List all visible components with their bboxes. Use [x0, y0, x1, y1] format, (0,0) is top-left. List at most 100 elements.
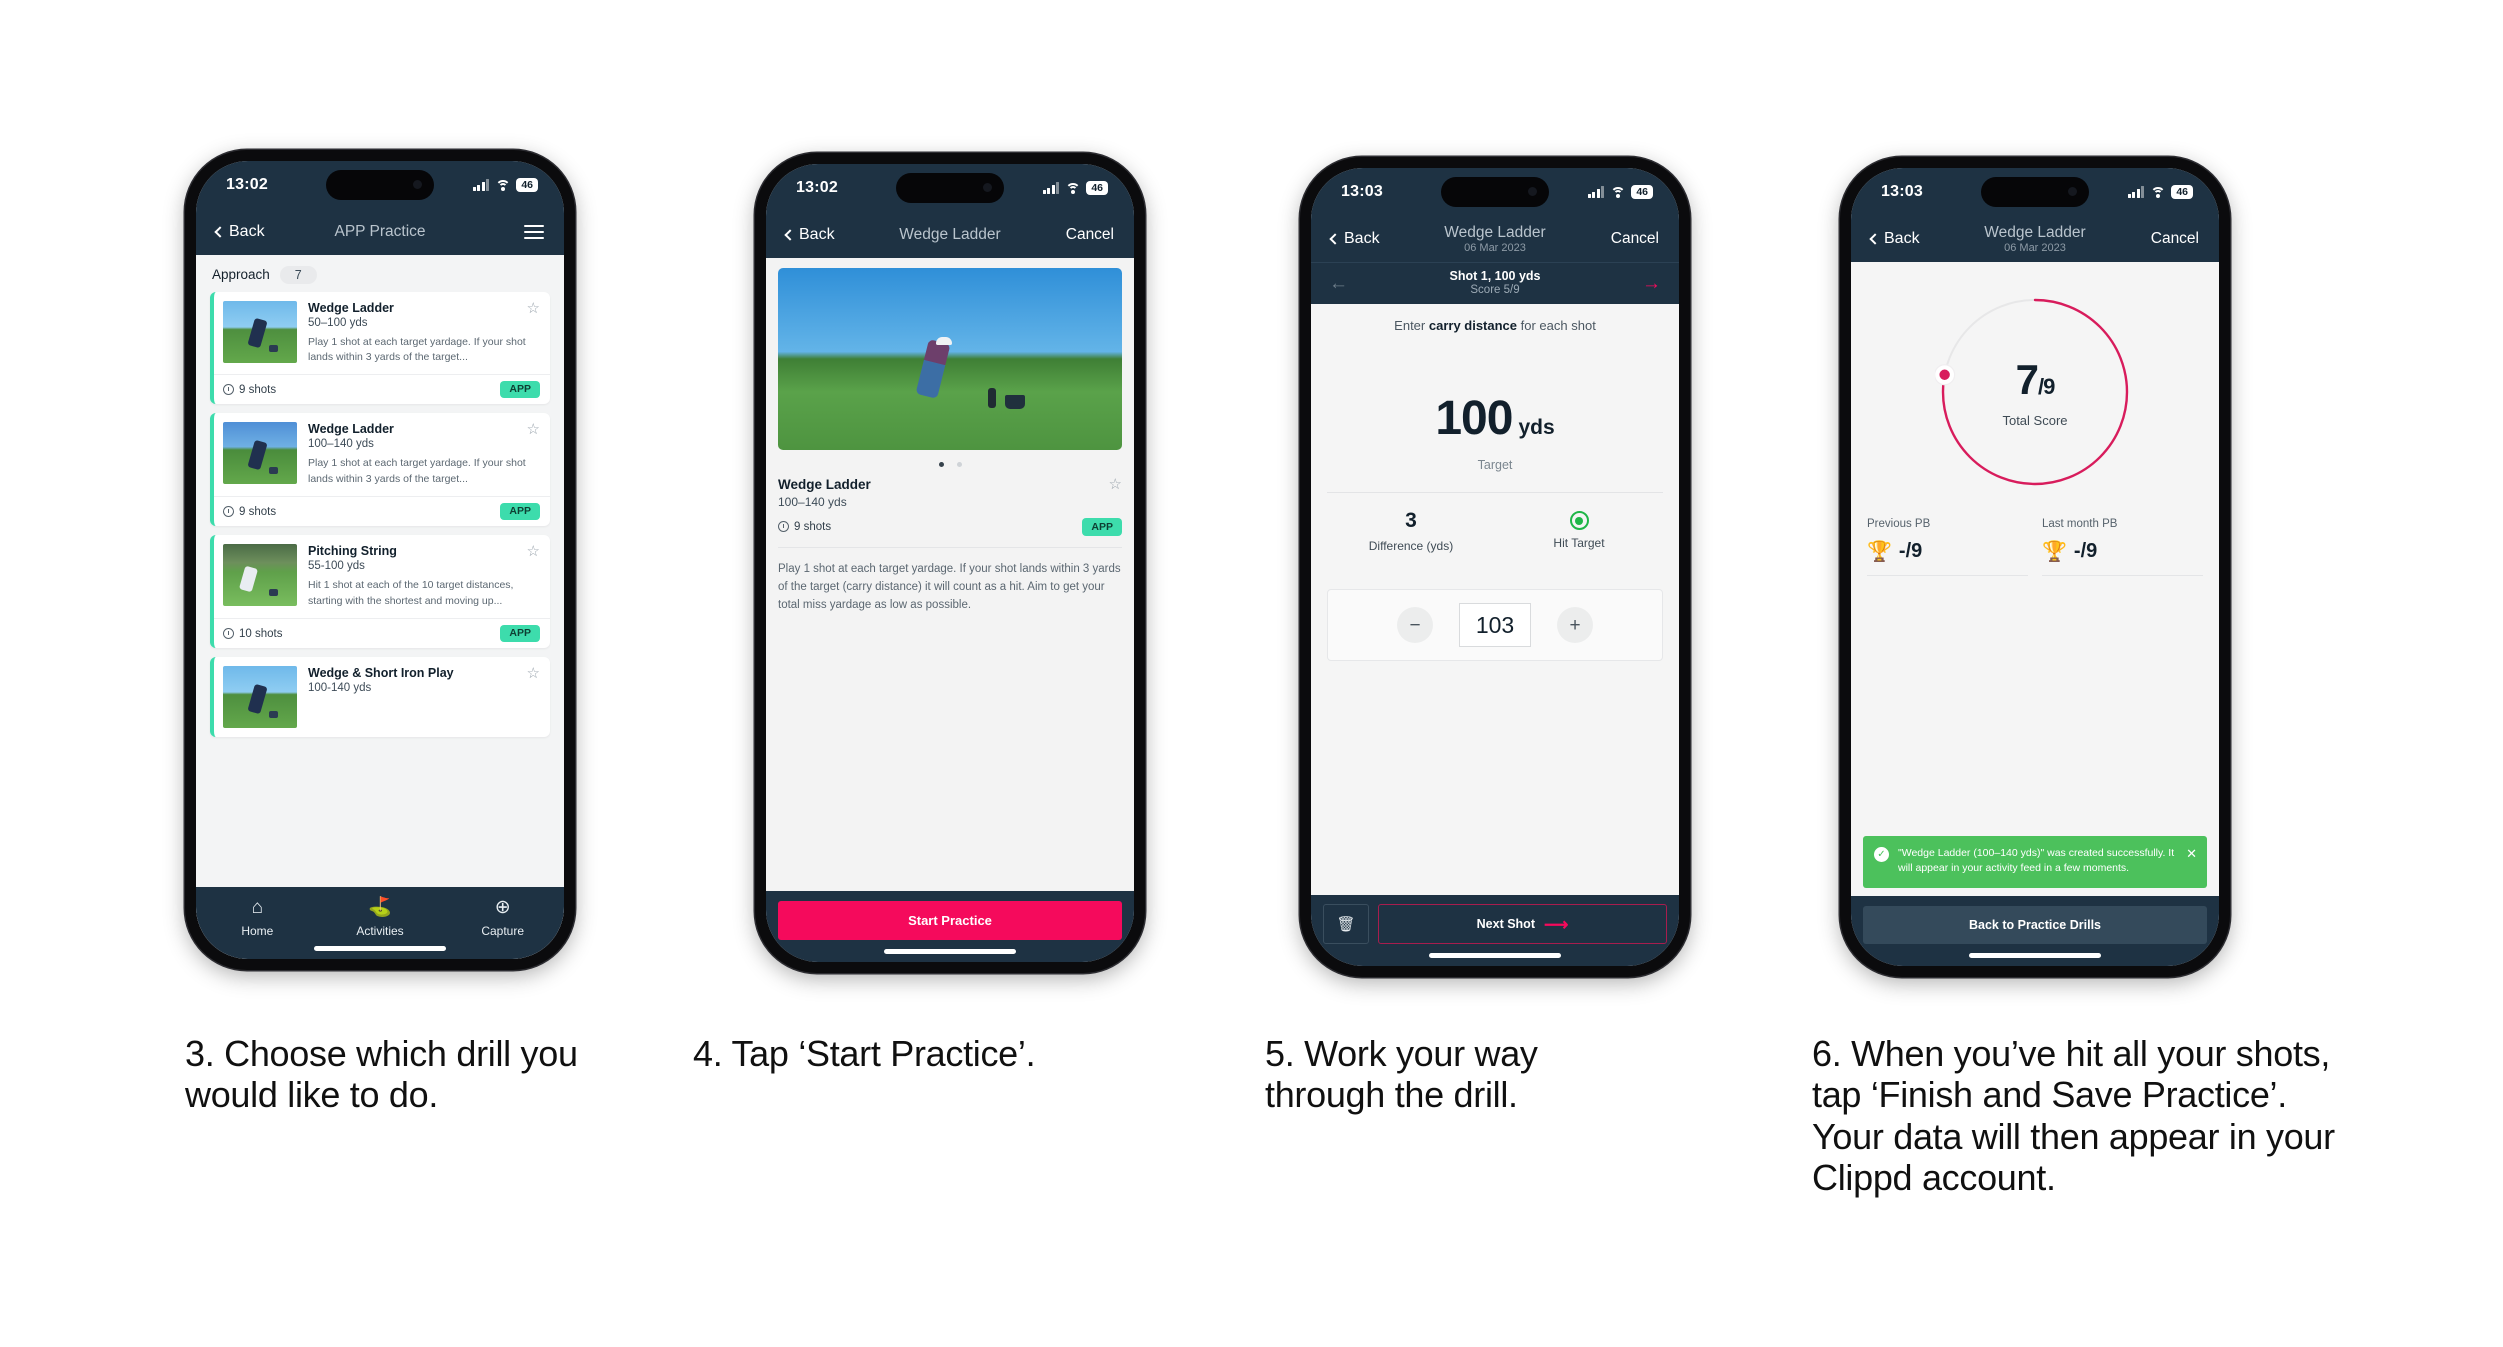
phone1-navbar-wrap: Back APP Practice	[196, 209, 564, 255]
status-time: 13:02	[226, 176, 268, 193]
sidebar-item-home[interactable]: ⌂ Home	[196, 897, 319, 938]
drill-range: 100–140 yds	[308, 438, 374, 451]
divider	[778, 546, 1122, 548]
list-item[interactable]: Wedge Ladder 50–100 yds Play 1 shot at e…	[210, 291, 550, 405]
back-button[interactable]: Back	[1869, 230, 1920, 248]
star-outline-icon[interactable]: ☆	[1109, 477, 1122, 492]
success-toast: ✓ "Wedge Ladder (100–140 yds)" was creat…	[1863, 835, 2207, 888]
drill-description: Play 1 shot at each target yardage. If y…	[308, 457, 526, 485]
drill-title: Wedge Ladder	[308, 300, 394, 315]
back-button[interactable]: Back	[1329, 230, 1380, 248]
drill-card-main: Pitching String 55-100 yds Hit 1 shot at…	[214, 535, 550, 617]
cancel-button[interactable]: Cancel	[1066, 226, 1114, 244]
carousel-dot-active[interactable]	[938, 462, 944, 467]
next-shot-button[interactable]: Next Shot ⟶	[1378, 904, 1667, 944]
status-badge: APP	[500, 380, 540, 399]
drill-info: Wedge Ladder 50–100 yds Play 1 shot at e…	[308, 301, 540, 365]
decrement-button[interactable]: −	[1397, 607, 1433, 643]
carousel-dots[interactable]	[778, 450, 1122, 477]
stat-value: 3	[1405, 509, 1417, 532]
drill-hero-image[interactable]	[778, 268, 1122, 450]
tab-label: Home	[241, 924, 274, 938]
list-item[interactable]: Pitching String 55-100 yds Hit 1 shot at…	[210, 535, 550, 649]
instruction-prefix: Enter	[1394, 318, 1429, 333]
target-value: 100	[1435, 392, 1513, 445]
cancel-button[interactable]: Cancel	[1611, 230, 1659, 248]
carousel-dot[interactable]	[956, 462, 962, 467]
back-button[interactable]: Back	[214, 223, 265, 241]
back-to-practice-drills-button[interactable]: Back to Practice Drills	[1863, 906, 2207, 944]
caption-step-5: 5. Work your way through the drill.	[1265, 1033, 1538, 1116]
list-item[interactable]: Wedge & Short Iron Play 100-140 yds ☆	[210, 657, 550, 738]
list-item[interactable]: Wedge Ladder 100–140 yds Play 1 shot at …	[210, 413, 550, 527]
drill-description: Hit 1 shot at each of the 10 target dist…	[308, 579, 514, 607]
sidebar-item-capture[interactable]: ⊕ Capture	[441, 897, 564, 938]
sidebar-item-activities[interactable]: ⛳ Activities	[319, 897, 442, 938]
quantity-stepper[interactable]: − 103 +	[1327, 589, 1663, 661]
stat-hit-target: Hit Target	[1495, 509, 1663, 553]
target-label: Target	[1477, 458, 1513, 472]
page-title-text: Wedge Ladder	[1984, 223, 2086, 241]
phone2-content: Wedge Ladder 100–140 yds ☆ 9 shots APP P…	[766, 258, 1134, 891]
increment-button[interactable]: +	[1557, 607, 1593, 643]
ball-stand	[987, 388, 996, 409]
status-indicators: 46	[472, 178, 538, 192]
drill-card-main: Wedge Ladder 100–140 yds Play 1 shot at …	[214, 413, 550, 495]
dynamic-island	[896, 173, 1004, 203]
drill-card-footer: 10 shots APP	[214, 617, 550, 649]
drill-title: Wedge Ladder	[778, 477, 871, 492]
clock-icon	[223, 506, 234, 518]
arrow-right-icon[interactable]: →	[1642, 274, 1661, 293]
cellular-bars-icon	[2127, 186, 2145, 198]
caption-step-4: 4. Tap ‘Start Practice’.	[693, 1033, 1036, 1074]
start-practice-button[interactable]: Start Practice	[778, 901, 1122, 940]
back-label: Back	[1344, 230, 1380, 247]
phone2-screen: 13:02 46 Back Wedge Ladder Cancel Wedge …	[766, 164, 1134, 962]
poster-canvas: 13:02 46 Back APP Practice Approach 7 We…	[0, 0, 2503, 1347]
back-button[interactable]: Back	[784, 226, 835, 244]
page-title: APP Practice	[334, 223, 426, 241]
back-label: Back	[229, 223, 265, 240]
cellular-bars-icon	[1587, 186, 1605, 198]
total-score-label: Total Score	[2002, 413, 2068, 428]
gauge-center: 7/9 Total Score	[1935, 292, 2135, 492]
next-shot-label: Next Shot	[1476, 917, 1535, 931]
drill-thumbnail	[223, 422, 297, 485]
page-subtitle: 06 Mar 2023	[1464, 241, 1526, 254]
clock-icon	[778, 521, 789, 533]
star-outline-icon[interactable]: ☆	[527, 301, 540, 316]
close-icon[interactable]: ✕	[2186, 847, 2197, 878]
star-outline-icon[interactable]: ☆	[527, 422, 540, 437]
score-denominator: 9	[2043, 374, 2055, 399]
arrow-right-icon: ⟶	[1543, 914, 1569, 934]
drill-title: Pitching String	[308, 544, 397, 559]
drill-thumbnail	[223, 666, 297, 729]
caption-step-3: 3. Choose which drill you would like to …	[185, 1033, 578, 1116]
total-score-value: 7/9	[2016, 356, 2056, 404]
carry-distance-input[interactable]: 103	[1459, 603, 1531, 647]
dynamic-island	[1441, 177, 1549, 207]
hamburger-menu-icon[interactable]	[524, 224, 544, 240]
cancel-button[interactable]: Cancel	[2151, 230, 2199, 248]
pb-label: Previous PB	[1867, 518, 1931, 530]
back-label: Back	[799, 226, 835, 243]
drill-card-main: Wedge Ladder 50–100 yds Play 1 shot at e…	[214, 292, 550, 374]
status-time: 13:03	[1881, 183, 1923, 200]
star-outline-icon[interactable]: ☆	[527, 544, 540, 559]
star-outline-icon[interactable]: ☆	[527, 666, 540, 681]
trash-icon[interactable]: 🗑	[1323, 904, 1369, 944]
chevron-left-icon	[214, 226, 226, 238]
drill-list[interactable]: Wedge Ladder 50–100 yds Play 1 shot at e…	[196, 291, 564, 888]
status-time: 13:03	[1341, 183, 1383, 200]
phone1-screen: 13:02 46 Back APP Practice Approach 7 We…	[196, 161, 564, 959]
phone2-status-bar: 13:02 46	[766, 164, 1134, 212]
page-title: Wedge Ladder 06 Mar 2023	[1984, 224, 2085, 254]
stat-difference: 3 Difference (yds)	[1327, 509, 1495, 553]
plus-circle-icon: ⊕	[494, 897, 511, 918]
golf-flag-icon: ⛳	[368, 897, 392, 918]
drill-shots-label: 10 shots	[239, 627, 283, 640]
instruction-text: Enter carry distance for each shot	[1327, 318, 1663, 333]
arrow-left-icon[interactable]: ←	[1329, 274, 1348, 293]
clock-icon	[223, 384, 234, 396]
toast-message: "Wedge Ladder (100–140 yds)" was created…	[1898, 846, 2175, 875]
